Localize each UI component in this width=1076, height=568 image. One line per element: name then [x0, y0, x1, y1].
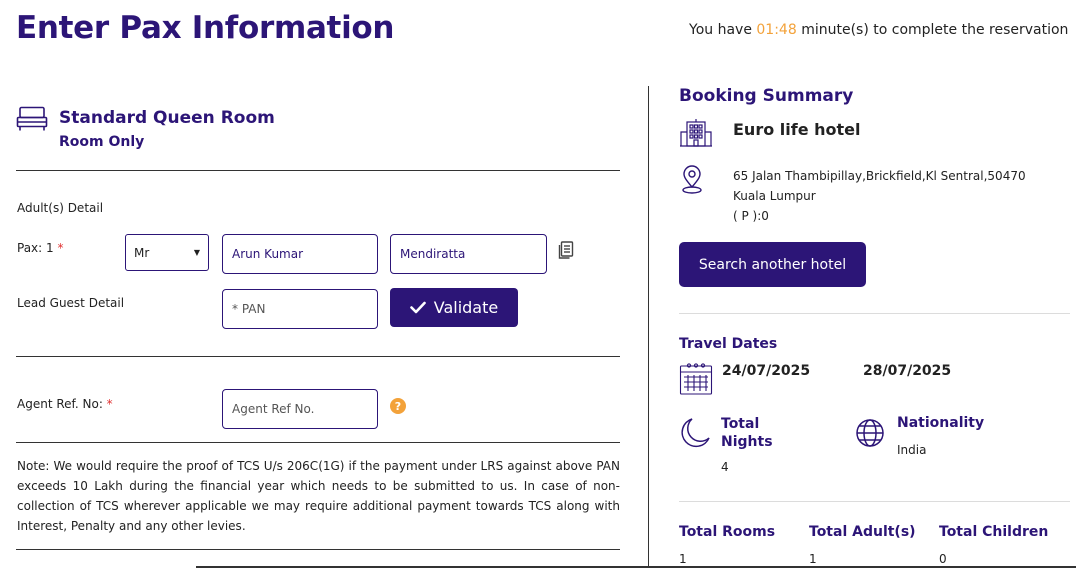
total-nights-value: 4	[721, 460, 729, 474]
address-line-2: Kuala Lumpur	[733, 189, 816, 203]
address-line-1: 65 Jalan Thambipillay,Brickfield,Kl Sent…	[733, 169, 1026, 183]
pax-label: Pax: 1 *	[17, 241, 63, 255]
title-select-value: Mr	[134, 245, 150, 260]
room-name: Standard Queen Room	[59, 108, 275, 128]
total-nights-label-line-1: Total	[721, 416, 760, 432]
hotel-phone: ( P ):0	[733, 209, 769, 223]
hotel-icon	[680, 119, 712, 147]
column-divider	[648, 86, 649, 568]
search-another-hotel-button[interactable]: Search another hotel	[679, 242, 866, 287]
title-select[interactable]: Mr ▼	[125, 234, 209, 271]
travel-dates-label: Travel Dates	[679, 336, 778, 352]
pax-label-text: Pax: 1	[17, 241, 58, 255]
checkin-date: 24/07/2025	[722, 363, 811, 379]
total-adults-value: 1	[809, 552, 817, 566]
validate-button[interactable]: Validate	[390, 288, 518, 327]
moon-icon	[681, 418, 710, 448]
agent-ref-input[interactable]	[222, 389, 378, 429]
lead-guest-label: Lead Guest Detail	[17, 296, 125, 310]
divider	[16, 442, 620, 443]
timer-suffix: minute(s) to complete the reservation	[796, 22, 1069, 38]
room-plan: Room Only	[59, 134, 145, 150]
hotel-address: 65 Jalan Thambipillay,Brickfield,Kl Sent…	[733, 166, 1026, 226]
checkout-date: 28/07/2025	[863, 363, 952, 379]
booking-summary-title: Booking Summary	[679, 86, 854, 106]
divider	[679, 313, 1070, 314]
validate-label: Validate	[433, 298, 499, 317]
first-name-input[interactable]	[222, 234, 378, 274]
bed-icon	[16, 106, 48, 131]
document-icon[interactable]	[558, 241, 574, 259]
total-nights-label: Total Nights	[721, 415, 773, 451]
total-children-label: Total Children	[939, 524, 1049, 540]
check-icon	[409, 301, 426, 314]
total-adults-label: Total Adult(s)	[809, 524, 916, 540]
total-rooms-value: 1	[679, 552, 687, 566]
divider	[16, 356, 620, 357]
divider	[679, 501, 1070, 502]
total-rooms-label: Total Rooms	[679, 524, 776, 540]
total-children-value: 0	[939, 552, 947, 566]
location-pin-icon	[682, 165, 702, 194]
hotel-name: Euro life hotel	[733, 120, 861, 139]
chevron-down-icon: ▼	[193, 248, 200, 257]
total-nights-label-line-2: Nights	[721, 434, 773, 450]
pan-input[interactable]	[222, 289, 378, 329]
help-icon[interactable]: ?	[390, 398, 406, 414]
globe-icon	[856, 419, 884, 447]
nationality-value: India	[897, 443, 927, 457]
nationality-label: Nationality	[897, 415, 985, 431]
timer-value: 01:48	[756, 22, 797, 38]
timer-prefix: You have	[689, 22, 757, 38]
divider	[16, 549, 620, 550]
reservation-timer: You have 01:48 minute(s) to complete the…	[689, 22, 1068, 38]
page-title: Enter Pax Information	[16, 10, 395, 46]
divider	[16, 170, 620, 171]
adults-detail-label: Adult(s) Detail	[17, 201, 104, 215]
required-mark: *	[106, 397, 113, 411]
last-name-input[interactable]	[390, 234, 547, 274]
calendar-icon	[679, 363, 713, 395]
tcs-note: Note: We would require the proof of TCS …	[17, 459, 620, 533]
required-mark: *	[57, 241, 64, 255]
agent-ref-label-text: Agent Ref. No:	[17, 397, 107, 411]
agent-ref-label: Agent Ref. No: *	[17, 397, 113, 411]
